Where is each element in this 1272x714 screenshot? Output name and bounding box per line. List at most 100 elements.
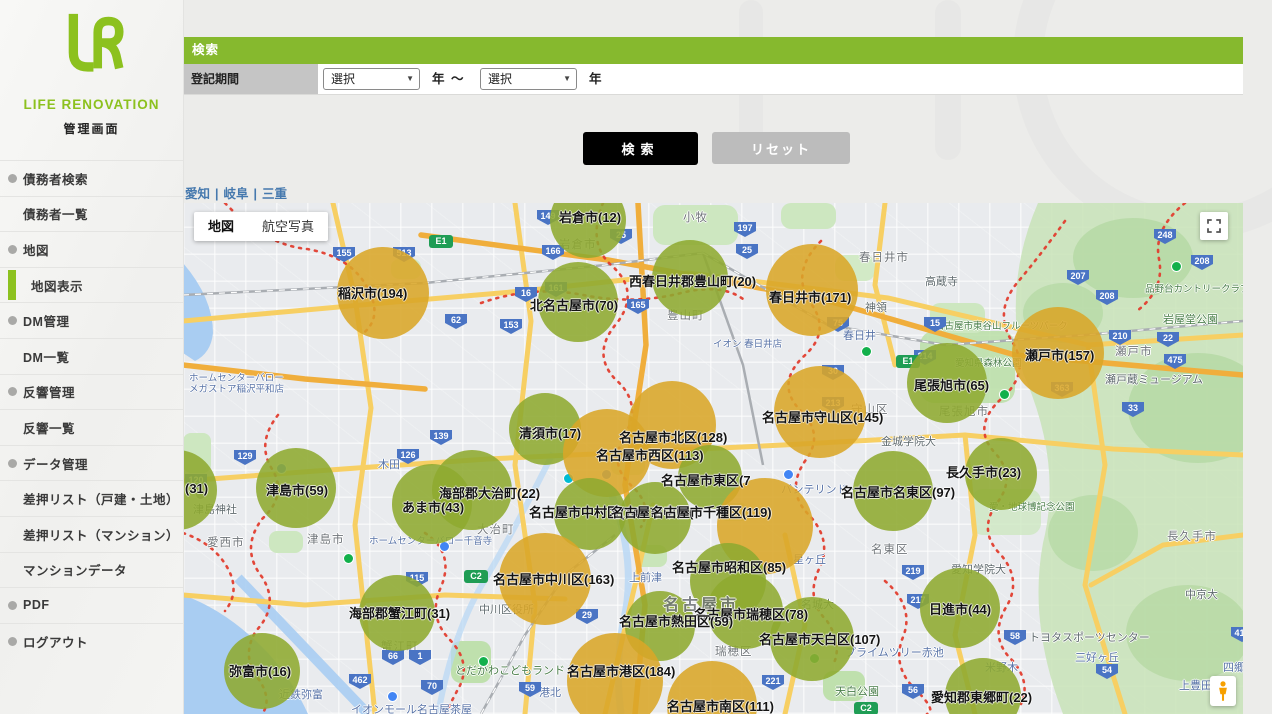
count-circle-label: 尾張旭市(65) [914, 375, 989, 394]
chevron-down-icon: ▼ [563, 69, 571, 89]
map-type-map-button[interactable]: 地図 [194, 212, 248, 241]
count-circle-label: 名古屋市北区(128) [619, 427, 727, 446]
expressway-shield: E1 [429, 235, 453, 248]
fullscreen-button[interactable] [1200, 212, 1228, 240]
map-place-label: ホームセンターバロー [189, 370, 284, 384]
count-circle-label: 西春日井郡豊山町(20) [629, 271, 756, 290]
map-place-label: とだがわこどもランド [455, 662, 565, 678]
logo-subtitle: 管理画面 [0, 120, 183, 137]
sidebar-item-地図表示[interactable]: 地図表示 [0, 267, 183, 303]
registration-period-label: 登記期間 [183, 64, 318, 94]
map-place-label: 中京大 [1185, 586, 1218, 602]
count-circle-label: 名古屋市昭和区(85) [672, 557, 786, 576]
map-place-label: 四郷 [1223, 659, 1243, 675]
map-place-label: 瀬戸市 [1115, 343, 1153, 359]
sidebar-item-label: PDF [23, 598, 50, 612]
map-canvas[interactable]: 1555131492516616116621531651972575152142… [183, 203, 1243, 714]
reset-button[interactable]: リセット [712, 132, 850, 164]
logo: LIFE RENOVATION 管理画面 [0, 0, 183, 137]
sidebar-item-債務者一覧[interactable]: 債務者一覧 [0, 196, 183, 232]
map-place-label: 瀬戸蔵ミュージアム [1105, 371, 1203, 387]
count-circle-label: 弥富市(16) [229, 661, 291, 680]
sidebar-item-債務者検索[interactable]: 債務者検索 [0, 160, 183, 196]
sidebar-item-反響一覧[interactable]: 反響一覧 [0, 409, 183, 445]
expressway-shield: C2 [854, 702, 878, 714]
year-to-value: 選択 [488, 72, 512, 86]
fullscreen-icon [1205, 217, 1223, 235]
map-place-label: 港北 [539, 684, 561, 700]
map-place-label: 高蔵寺 [925, 273, 958, 289]
sidebar-item-label: 地図 [23, 240, 49, 259]
count-circle-label: 稲沢市(194) [338, 283, 407, 302]
map-type-control: 地図 航空写真 [194, 212, 328, 241]
sidebar-item-ログアウト[interactable]: ログアウト [0, 623, 183, 659]
sidebar-item-DM一覧[interactable]: DM一覧 [0, 338, 183, 374]
main-content: 検索 登記期間 選択 ▼ 年 ～ 選択 ▼ 年 検索 リセット 愛知|岐阜|三重 [183, 0, 1272, 714]
map-place-label: 春日井 [843, 327, 876, 343]
map-place-label: イオンモール名古屋茶屋 [351, 701, 472, 714]
link-separator: | [215, 187, 219, 201]
map-place-label: トヨタスポーツセンター [1029, 629, 1150, 645]
search-button[interactable]: 検索 [583, 132, 698, 165]
map-place-label: 上豊田 [1179, 677, 1212, 693]
map-place-label: 小牧 [683, 209, 708, 225]
sidebar-item-DM管理[interactable]: DM管理 [0, 302, 183, 338]
count-circle-label: 名古屋市中川区(163) [493, 569, 614, 588]
sidebar-item-label: マンションデータ [23, 560, 127, 579]
sidebar-item-label: 反響一覧 [23, 418, 75, 437]
bullet-icon [8, 174, 17, 183]
sidebar-item-差押リスト（戸建・土地）[interactable]: 差押リスト（戸建・土地） [0, 480, 183, 516]
sidebar-item-label: 債務者検索 [23, 169, 88, 188]
sidebar-item-label: DM管理 [23, 311, 69, 330]
year-to-select[interactable]: 選択 ▼ [480, 68, 577, 90]
sidebar-item-反響管理[interactable]: 反響管理 [0, 374, 183, 410]
map-place-label: 愛西市 [207, 534, 245, 550]
sidebar-item-label: 反響管理 [23, 382, 75, 401]
sidebar-item-label: DM一覧 [23, 347, 69, 366]
count-circle-label: 北名古屋市(70) [530, 295, 618, 314]
sidebar-item-マンションデータ[interactable]: マンションデータ [0, 552, 183, 588]
count-circle-label: (31) [185, 481, 208, 496]
chevron-down-icon: ▼ [406, 69, 414, 89]
search-panel: 検索 登記期間 選択 ▼ 年 ～ 選択 ▼ 年 [183, 37, 1243, 95]
map-place-label: 春日井市 [859, 249, 909, 265]
bullet-icon [8, 459, 17, 468]
prefecture-link-三重[interactable]: 三重 [262, 187, 287, 201]
count-circle-label: 名古屋市港区(184) [567, 661, 675, 680]
count-circle-label: 名古屋市名東区(97) [841, 482, 955, 501]
range-separator: ～ [451, 64, 464, 94]
map-type-satellite-button[interactable]: 航空写真 [248, 212, 328, 241]
search-panel-title: 検索 [183, 37, 1243, 64]
count-circle-label: 名古屋市熱田区(59) [619, 611, 733, 630]
poi-pin-icon [999, 389, 1010, 400]
poi-pin-icon [387, 691, 398, 702]
pegman-button[interactable] [1210, 676, 1236, 706]
poi-pin-icon [1171, 261, 1182, 272]
sidebar-item-label: 差押リスト（マンション） [23, 525, 179, 544]
map-place-label: 長久手市 [1167, 528, 1217, 544]
year-from-select[interactable]: 選択 ▼ [323, 68, 420, 90]
count-circle-label: 瀬戸市(157) [1025, 345, 1094, 364]
bullet-icon [8, 601, 17, 610]
bullet-icon [8, 387, 17, 396]
sidebar-item-label: ログアウト [23, 632, 88, 651]
sidebar-item-データ管理[interactable]: データ管理 [0, 445, 183, 481]
sidebar-item-PDF[interactable]: PDF [0, 587, 183, 623]
prefecture-link-愛知[interactable]: 愛知 [185, 187, 210, 201]
map-place-label: 三好ヶ丘 [1075, 649, 1119, 665]
count-circle-label: あま市(43) [402, 497, 464, 516]
sidebar-item-地図[interactable]: 地図 [0, 231, 183, 267]
year-suffix: 年 [589, 64, 602, 94]
count-circle-label: 春日井市(171) [769, 287, 851, 306]
sidebar-item-差押リスト（マンション）[interactable]: 差押リスト（マンション） [0, 516, 183, 552]
logo-title: LIFE RENOVATION [0, 97, 183, 112]
bullet-icon [8, 245, 17, 254]
sidebar-menu: 債務者検索債務者一覧地図地図表示 DM管理 DM一覧反響管理反響一覧データ管理差押リ… [0, 160, 183, 658]
prefecture-links: 愛知|岐阜|三重 [185, 183, 287, 202]
count-circle-label: 愛知郡東郷町(22) [931, 687, 1032, 706]
count-circle-label: 名古屋市守山区(145) [762, 407, 883, 426]
prefecture-link-岐阜[interactable]: 岐阜 [224, 187, 249, 201]
count-circle-label: 長久手市(23) [946, 462, 1021, 481]
map-place-label: 神領 [865, 299, 887, 315]
sidebar-item-label: 差押リスト（戸建・土地） [23, 489, 179, 508]
